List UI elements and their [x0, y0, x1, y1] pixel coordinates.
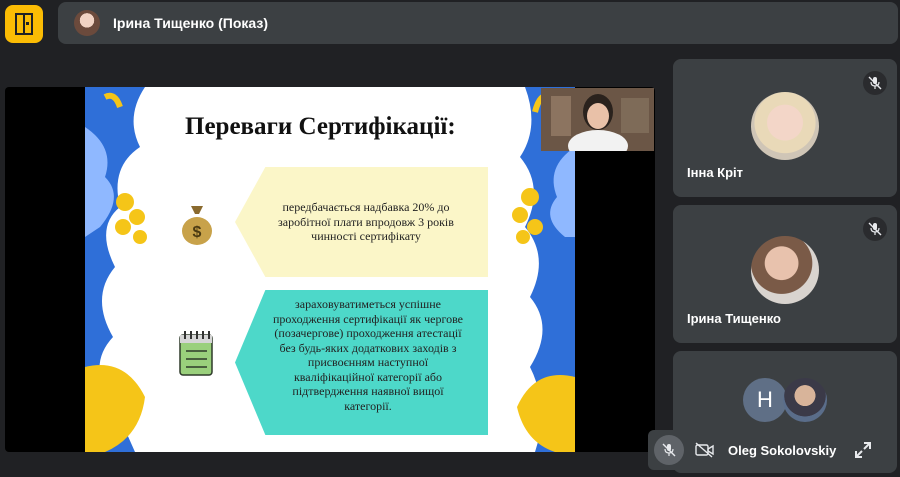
- benefit-line: заробітної плати впродовж 3 років: [278, 214, 454, 229]
- benefit-line: зараховуватиметься успішне: [295, 297, 441, 311]
- participant-tile[interactable]: Ірина Тищенко: [673, 205, 897, 343]
- avatar: [783, 378, 827, 422]
- benefit-line: без будь-яких додаткових заходів з: [279, 340, 457, 355]
- avatar-initial: H: [743, 378, 787, 422]
- presenter-camera-image: [541, 88, 654, 151]
- expand-icon: [855, 442, 871, 458]
- mic-off-icon: [863, 71, 887, 95]
- avatar: [751, 92, 819, 160]
- self-name: Oleg Sokolovskiy: [728, 442, 837, 458]
- mic-off-button[interactable]: [654, 435, 684, 465]
- participant-name: Ірина Тищенко: [687, 311, 782, 326]
- presenter-name: Ірина Тищенко (Показ): [113, 15, 268, 31]
- mic-off-icon: [863, 217, 887, 241]
- meeting-details-button[interactable]: [5, 5, 43, 43]
- avatar: [751, 236, 819, 304]
- money-bag-icon: $: [182, 206, 212, 245]
- mic-off-icon: [662, 443, 676, 457]
- benefit-line: передбачається надбавка 20% до: [282, 200, 450, 214]
- avatar-letter: H: [757, 387, 773, 412]
- expand-button[interactable]: [852, 439, 874, 461]
- benefit-line: (позачергове) проходження атестації: [274, 326, 462, 340]
- calendar-icon: [179, 331, 213, 376]
- participant-name: Інна Кріт: [687, 165, 744, 180]
- camera-off-button[interactable]: [692, 437, 718, 463]
- benefit-line: категорії.: [344, 398, 392, 413]
- shared-screen[interactable]: Переваги Сертифікації: передбачається на…: [5, 87, 655, 452]
- slide-title: Переваги Сертифікації:: [185, 113, 456, 140]
- self-view-bar: Oleg Sokolovskiy: [648, 430, 882, 470]
- presenter-avatar: [74, 10, 100, 36]
- benefit-text-1: передбачається надбавка 20% до заробітно…: [245, 200, 487, 244]
- benefit-line: чинності сертифікату: [311, 229, 421, 243]
- benefit-text-2: зараховуватиметься успішне проходження с…: [247, 297, 489, 413]
- presenter-bar: Ірина Тищенко (Показ): [58, 2, 898, 44]
- presentation-slide: Переваги Сертифікації: передбачається на…: [85, 87, 575, 452]
- camera-off-icon: [695, 442, 714, 458]
- meeting-details-icon: [15, 13, 33, 35]
- presenter-camera-inset: [541, 88, 654, 151]
- benefit-line: присвоєнням наступної: [307, 355, 429, 369]
- money-symbol: $: [193, 224, 202, 241]
- benefit-line: підтвердження наявної вищої: [292, 384, 444, 398]
- participant-tile[interactable]: Інна Кріт: [673, 59, 897, 197]
- benefit-line: кваліфікаційної категорії або: [293, 369, 443, 384]
- left-ornament: [85, 87, 147, 452]
- benefit-line: проходження сертифікації як чергове: [273, 311, 463, 326]
